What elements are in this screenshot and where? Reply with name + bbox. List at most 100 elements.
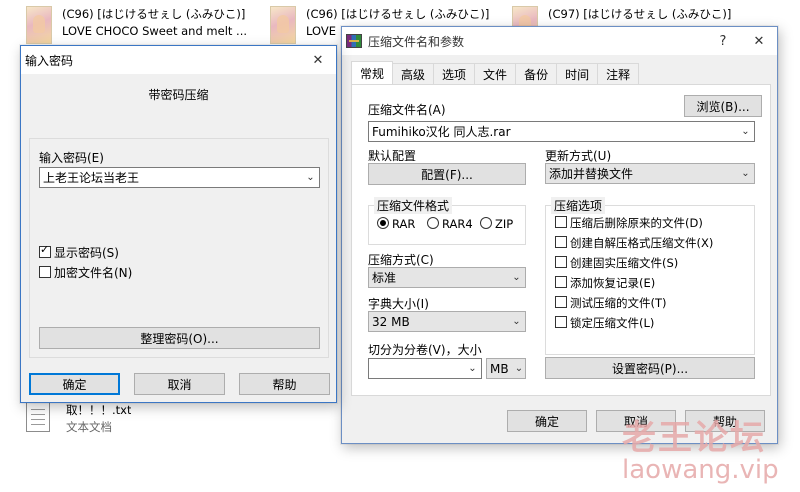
profiles-button[interactable]: 配置(F)... — [368, 163, 526, 185]
option-label: 测试压缩的文件(T) — [570, 296, 667, 310]
split-unit-value: MB — [490, 361, 509, 376]
option-test[interactable]: 测试压缩的文件(T) — [555, 295, 667, 311]
tab-options[interactable]: 选项 — [433, 63, 476, 84]
option-label: 创建固实压缩文件(S) — [570, 256, 679, 270]
option-label: 压缩后删除原来的文件(D) — [570, 216, 703, 230]
format-label: ZIP — [495, 217, 514, 231]
format-radio-rar[interactable]: RAR — [377, 217, 415, 231]
organize-passwords-button[interactable]: 整理密码(O)... — [39, 327, 320, 349]
dict-size-label: 字典大小(I) — [368, 297, 429, 311]
text-file-icon — [26, 402, 50, 432]
encrypt-names-label: 加密文件名(N) — [54, 266, 133, 280]
option-lock[interactable]: 锁定压缩文件(L) — [555, 315, 654, 331]
chevron-down-icon: ⌄ — [741, 168, 750, 179]
password-value: 上老王论坛当老王 — [43, 171, 140, 185]
title-bar[interactable]: 压缩文件名和参数 ? ✕ — [342, 27, 777, 55]
checkbox-icon — [555, 316, 567, 328]
archive-name-input[interactable]: Fumihiko汉化 同人志.rar ⌄ — [368, 121, 755, 142]
update-mode-value: 添加并替换文件 — [549, 167, 634, 181]
file-thumbnail — [270, 6, 296, 44]
option-solid[interactable]: 创建固实压缩文件(S) — [555, 255, 678, 271]
option-sfx[interactable]: 创建自解压格式压缩文件(X) — [555, 235, 713, 251]
chevron-down-icon[interactable]: ⌄ — [737, 126, 754, 137]
method-value: 标准 — [372, 271, 397, 285]
password-input[interactable]: 上老王论坛当老王 ⌄ — [39, 167, 320, 188]
chevron-down-icon: ⌄ — [512, 316, 521, 327]
tab-files[interactable]: 文件 — [474, 63, 517, 84]
dict-size-select[interactable]: 32 MB ⌄ — [368, 311, 526, 332]
file-item-1[interactable]: (C96) [はじけるせぇし (ふみひこ)] LOVE CHOCO Sweet … — [26, 6, 256, 44]
set-password-button[interactable]: 设置密码(P)... — [545, 357, 755, 379]
method-select[interactable]: 标准 ⌄ — [368, 267, 526, 288]
option-label: 锁定压缩文件(L) — [570, 316, 655, 330]
update-mode-label: 更新方式(U) — [545, 149, 612, 163]
option-label: 添加恢复记录(E) — [570, 276, 656, 290]
password-panel: 输入密码(E) 上老王论坛当老王 ⌄ 显示密码(S) 加密文件名(N) 整理密码… — [29, 138, 329, 358]
checkbox-icon — [555, 276, 567, 288]
option-delete-after[interactable]: 压缩后删除原来的文件(D) — [555, 215, 703, 231]
file-name: (C96) [はじけるせぇし (ふみひこ)] — [62, 7, 246, 21]
enter-password-dialog: 输入密码 ✕ 带密码压缩 输入密码(E) 上老王论坛当老王 ⌄ 显示密码(S) … — [20, 45, 337, 403]
archive-name-label: 压缩文件名(A) — [368, 103, 446, 117]
encrypt-names-checkbox[interactable]: 加密文件名(N) — [39, 264, 132, 281]
split-size-input[interactable]: ⌄ — [368, 358, 482, 379]
chevron-down-icon[interactable]: ⌄ — [464, 363, 481, 374]
close-icon[interactable]: ✕ — [741, 27, 777, 55]
format-label: RAR — [392, 217, 416, 231]
ok-button[interactable]: 确定 — [29, 373, 120, 395]
watermark-url: laowang.vip — [622, 455, 779, 485]
file-item-txt[interactable]: 取！！！.txt 文本文档 — [26, 402, 166, 436]
help-title-button[interactable]: ? — [705, 27, 741, 55]
format-radio-rar4[interactable]: RAR4 — [427, 217, 473, 231]
dialog-heading: 带密码压缩 — [148, 88, 209, 102]
winrar-icon — [346, 34, 362, 48]
file-type: 文本文档 — [66, 420, 112, 434]
help-button[interactable]: 帮助 — [239, 373, 330, 395]
update-mode-select[interactable]: 添加并替换文件 ⌄ — [545, 163, 755, 184]
tab-comment[interactable]: 注释 — [597, 63, 640, 84]
radio-checked-icon — [377, 217, 389, 229]
ok-button[interactable]: 确定 — [507, 410, 587, 432]
default-profile-label: 默认配置 — [368, 149, 417, 163]
browse-button[interactable]: 浏览(B)... — [684, 95, 762, 117]
checkbox-checked-icon — [39, 243, 51, 258]
file-name-line2: LOVE CHOCO Sweet and melt ... — [62, 24, 248, 38]
general-tab-panel: 压缩文件名(A) 浏览(B)... Fumihiko汉化 同人志.rar ⌄ 默… — [351, 84, 771, 396]
option-recovery[interactable]: 添加恢复记录(E) — [555, 275, 655, 291]
enter-password-label: 输入密码(E) — [39, 151, 104, 165]
chevron-down-icon: ⌄ — [512, 272, 521, 283]
checkbox-icon — [39, 266, 51, 278]
close-icon[interactable]: ✕ — [300, 46, 336, 74]
cancel-button[interactable]: 取消 — [134, 373, 225, 395]
method-label: 压缩方式(C) — [368, 253, 434, 267]
format-group-title: 压缩文件格式 — [374, 197, 453, 214]
show-password-checkbox[interactable]: 显示密码(S) — [39, 243, 119, 261]
archive-params-dialog: 压缩文件名和参数 ? ✕ 常规 高级 选项 文件 备份 时间 注释 压缩文件名(… — [341, 26, 778, 444]
checkbox-icon — [555, 256, 567, 268]
checkbox-icon — [555, 216, 567, 228]
tab-advanced[interactable]: 高级 — [392, 63, 435, 84]
tab-backup[interactable]: 备份 — [515, 63, 558, 84]
tab-general[interactable]: 常规 — [351, 61, 394, 84]
tab-strip: 常规 高级 选项 文件 备份 时间 注释 — [351, 61, 640, 84]
chevron-down-icon[interactable]: ⌄ — [302, 172, 319, 183]
file-name: (C96) [はじけるせぇし (ふみひこ)] — [306, 7, 490, 21]
format-label: RAR4 — [442, 217, 473, 231]
checkbox-icon — [555, 236, 567, 248]
dict-size-value: 32 MB — [372, 314, 410, 329]
dialog-title: 压缩文件名和参数 — [368, 34, 465, 49]
radio-icon — [427, 217, 439, 229]
chevron-down-icon: ⌄ — [514, 363, 524, 374]
file-thumbnail — [26, 6, 52, 44]
radio-icon — [480, 217, 492, 229]
archive-name-value: Fumihiko汉化 同人志.rar — [372, 125, 511, 139]
split-unit-select[interactable]: MB ⌄ — [486, 358, 526, 379]
show-password-label: 显示密码(S) — [54, 246, 119, 260]
option-label: 创建自解压格式压缩文件(X) — [570, 236, 714, 250]
options-group-title: 压缩选项 — [551, 197, 606, 214]
file-name: (C97) [はじけるせぇし (ふみひこ)] — [548, 7, 732, 21]
file-name: 取！！！.txt — [66, 403, 132, 417]
format-radio-zip[interactable]: ZIP — [480, 217, 513, 231]
tab-time[interactable]: 时间 — [556, 63, 599, 84]
title-bar[interactable]: 输入密码 ✕ — [21, 46, 336, 74]
